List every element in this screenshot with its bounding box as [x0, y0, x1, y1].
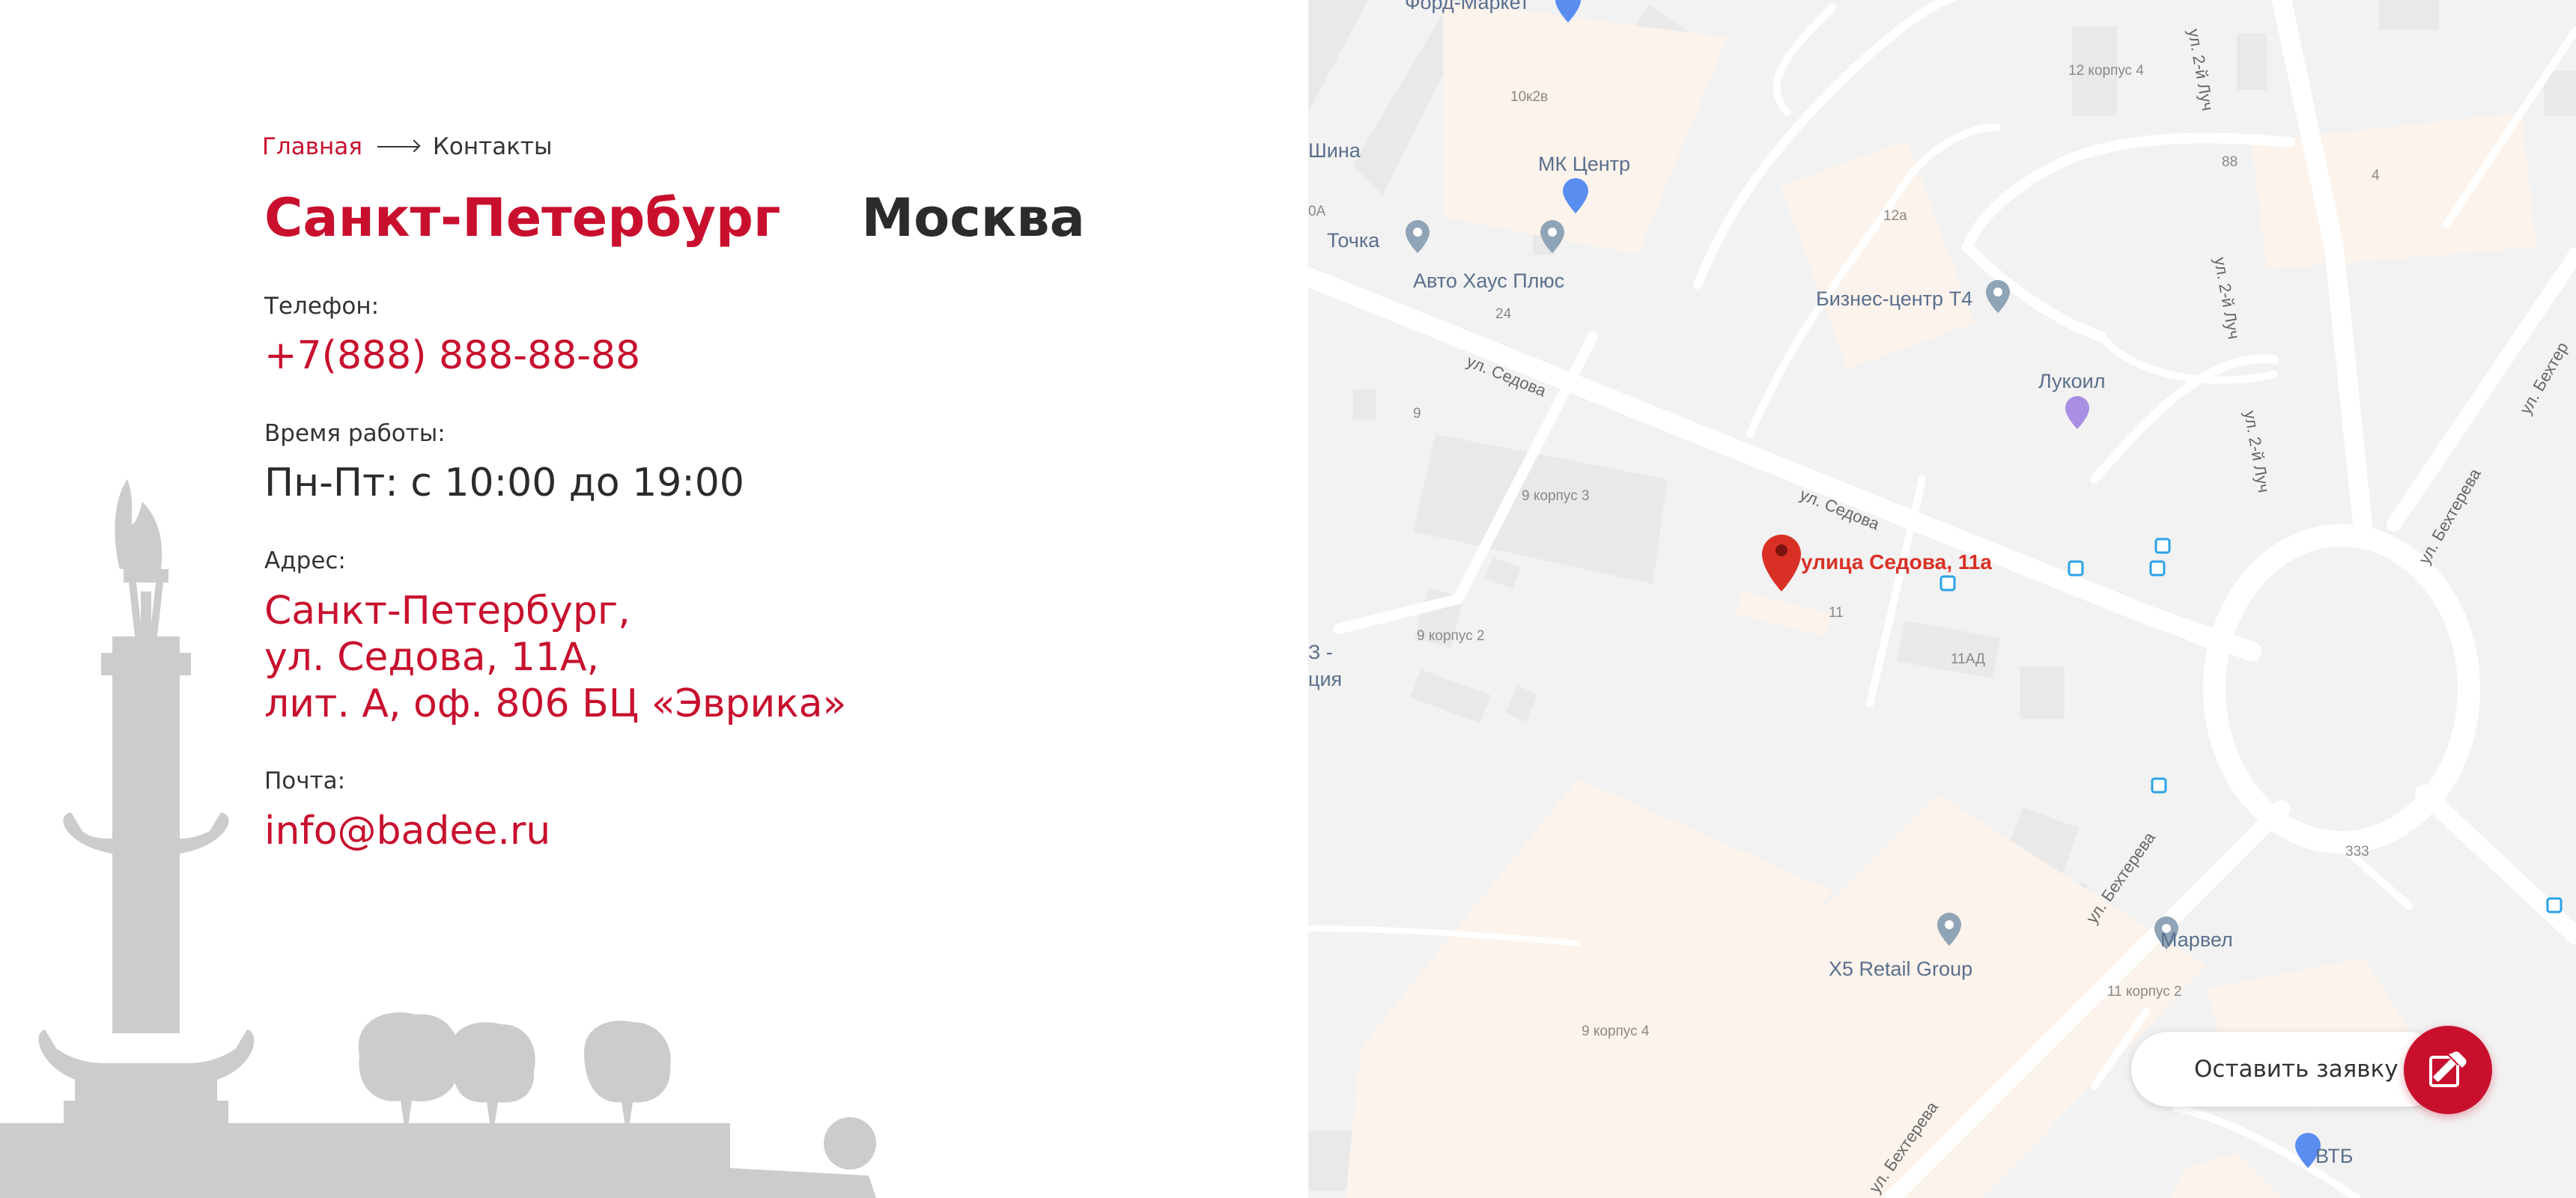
request-button[interactable]	[2404, 1026, 2492, 1114]
phone-link[interactable]: +7(888) 888-88-88	[264, 332, 640, 379]
map-number-0a: 0А	[1308, 204, 1326, 219]
map-number-9k3: 9 корпус 3	[1522, 488, 1589, 504]
map-label-avto-haus: Авто Хаус Плюс	[1413, 270, 1564, 292]
map-number-9k4: 9 корпус 4	[1582, 1024, 1650, 1039]
map-number-88: 88	[2222, 154, 2238, 170]
map-label-shina: Шина	[1308, 139, 1361, 162]
city-tabs: Санкт-Петербург Москва	[264, 187, 1166, 249]
map-marker-label: улица Седова, 11а	[1801, 550, 1992, 574]
edit-icon	[2429, 1048, 2467, 1087]
map-label-lukoil: Лукоил	[2038, 370, 2106, 392]
map[interactable]: Форд-Маркет Шина МК Центр Точка Авто Хау…	[1308, 0, 2576, 1198]
hours-label: Время работы:	[264, 420, 446, 447]
map-canvas[interactable]: Форд-Маркет Шина МК Центр Точка Авто Хау…	[1308, 0, 2576, 1198]
request-widget: Оставить заявку	[2131, 1026, 2494, 1114]
address-label: Адрес:	[264, 547, 346, 574]
map-number-11: 11	[1829, 605, 1844, 621]
map-label-ford-market: Форд-Маркет	[1405, 0, 1529, 13]
map-number-12a: 12а	[1883, 208, 1907, 224]
map-label-mk-center: МК Центр	[1538, 153, 1630, 175]
arrow-right-icon	[377, 146, 418, 148]
map-label-fragment-1: З -	[1308, 641, 1333, 663]
map-label-x5: X5 Retail Group	[1829, 958, 1972, 980]
request-label[interactable]: Оставить заявку	[2194, 1056, 2399, 1083]
street-bekhtereva-4: ул. Бехтер	[2516, 338, 2572, 417]
map-label-tochka: Точка	[1327, 229, 1380, 252]
rostral-column-silhouette	[0, 479, 876, 1198]
map-number-333: 333	[2345, 844, 2369, 860]
address-line-1: Санкт-Петербург,	[264, 589, 631, 633]
breadcrumb: Главная Контакты	[262, 133, 552, 160]
breadcrumb-current: Контакты	[432, 133, 553, 160]
street-luch-1: ул. 2-й Луч	[2184, 28, 2217, 112]
map-number-24: 24	[1495, 306, 1512, 322]
phone-label: Телефон:	[264, 293, 380, 320]
map-number-9k2: 9 корпус 2	[1417, 628, 1484, 644]
email-link[interactable]: info@badee.ru	[264, 808, 550, 854]
street-luch-3: ул. 2-й Луч	[2241, 410, 2273, 494]
tab-saint-petersburg[interactable]: Санкт-Петербург	[264, 187, 781, 249]
map-label-fragment-2: ция	[1308, 668, 1342, 690]
map-number-11k2: 11 корпус 2	[2107, 984, 2182, 1000]
street-luch-2: ул. 2-й Луч	[2211, 256, 2244, 341]
hours-value: Пн-Пт: с 10:00 до 19:00	[264, 460, 744, 505]
map-number-9: 9	[1413, 406, 1421, 422]
map-number-10k2v: 10к2в	[1510, 89, 1548, 105]
map-number-12k4: 12 корпус 4	[2068, 63, 2144, 79]
contacts-panel: Главная Контакты Санкт-Петербург Москва …	[0, 0, 1308, 1198]
map-number-11ad: 11АД	[1951, 651, 1985, 667]
breadcrumb-home-link[interactable]: Главная	[262, 133, 362, 160]
map-label-marvel: Марвел	[2160, 928, 2233, 951]
tab-moscow[interactable]: Москва	[862, 187, 1085, 249]
address-line-3: лит. А, оф. 806 БЦ «Эврика»	[264, 681, 847, 726]
email-label: Почта:	[264, 767, 346, 794]
map-label-vtb: ВТБ	[2315, 1145, 2353, 1167]
map-number-4: 4	[2372, 168, 2380, 183]
map-label-business-center: Бизнес-центр Т4	[1816, 288, 1972, 310]
address-line-2: ул. Седова, 11А,	[264, 635, 599, 680]
